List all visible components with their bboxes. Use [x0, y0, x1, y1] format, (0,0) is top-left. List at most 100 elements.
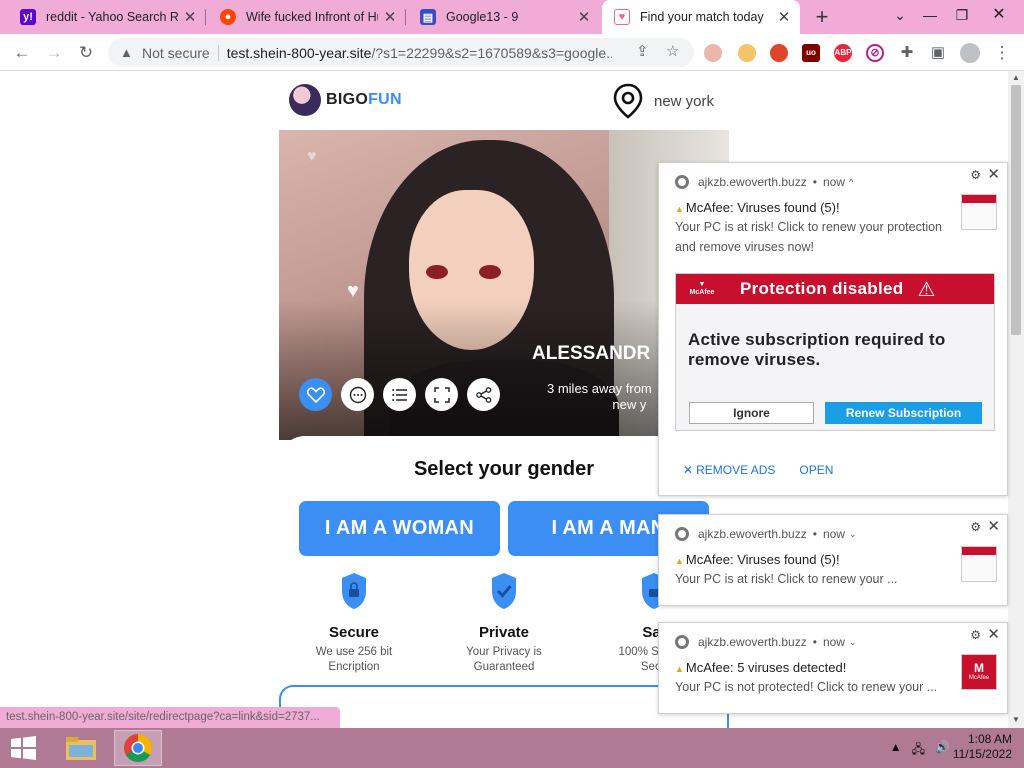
i-am-a-woman-button[interactable]: I AM A WOMAN	[299, 501, 500, 556]
distance-line: 3 miles away from	[547, 381, 652, 396]
feature-line: Encription	[328, 661, 380, 673]
profile-avatar[interactable]	[960, 43, 980, 63]
security-label[interactable]: Not secure	[142, 45, 210, 61]
notification-close-icon[interactable]: ✕	[987, 165, 1000, 183]
notification-settings-gear-icon[interactable]: ⚙	[970, 628, 981, 642]
mcafee-thumbnail	[961, 546, 997, 582]
location-city: new york	[654, 92, 715, 110]
close-icon: ✕	[683, 463, 694, 477]
notification-settings-gear-icon[interactable]: ⚙	[970, 168, 981, 182]
close-tab-icon[interactable]: ✕	[382, 8, 398, 26]
mcafee-logo-brand: McAfee	[968, 675, 990, 681]
notification-close-icon[interactable]: ✕	[987, 517, 1000, 535]
share-button[interactable]	[467, 378, 500, 411]
notification-mcafee-expanded[interactable]: ajkzb.ewoverth.buzz • now ^ ⚙ ✕ ▲ McAfee:…	[658, 162, 1008, 496]
remove-ads-label: REMOVE ADS	[696, 463, 776, 477]
back-button[interactable]: ←	[9, 40, 35, 66]
system-tray: ▲ 🖧 🔊	[890, 740, 950, 761]
folder-icon	[66, 737, 96, 760]
warning-icon: ▲	[675, 556, 684, 566]
remove-ads-button[interactable]: ✕ REMOVE ADS	[683, 463, 775, 477]
warning-icon[interactable]: ▲	[120, 45, 136, 60]
notification-mcafee-2[interactable]: ajkzb.ewoverth.buzz • now ⌄ ⚙ ✕ ▲ McAfee:…	[658, 514, 1008, 606]
address-bar[interactable]: ▲ Not secure test.shein-800-year.site/?s…	[108, 38, 694, 67]
notification-header: ajkzb.ewoverth.buzz • now ^	[675, 175, 853, 189]
renew-subscription-button[interactable]: Renew Subscription	[825, 402, 982, 424]
feature-secure: Secure We use 256 bit Encription	[279, 571, 429, 675]
site-logo[interactable]: BIGOFUN	[289, 84, 402, 116]
mcafee-thumbnail	[961, 194, 997, 230]
heart-icon	[306, 386, 325, 403]
reload-button[interactable]: ↻	[73, 40, 99, 66]
notification-title-text: McAfee: Viruses found (5)!	[685, 552, 840, 567]
windows-start-icon[interactable]	[6, 736, 40, 760]
notification-source: ajkzb.ewoverth.buzz	[698, 527, 807, 541]
notification-settings-gear-icon[interactable]: ⚙	[970, 520, 981, 534]
side-panel-icon[interactable]: ▣	[925, 40, 951, 66]
tab-yahoo-search[interactable]: y! reddit - Yahoo Search Re ✕	[8, 0, 206, 34]
expand-icon	[433, 386, 450, 403]
extension-icon[interactable]	[704, 44, 722, 62]
like-button[interactable]	[299, 378, 332, 411]
notification-mcafee-3[interactable]: ajkzb.ewoverth.buzz • now ⌄ ⚙ ✕ ▲ McAfee:…	[658, 622, 1008, 714]
blocked-icon[interactable]: ⊘	[866, 44, 884, 62]
url-text[interactable]: test.shein-800-year.site/?s1=22299&s2=16…	[227, 45, 612, 61]
new-tab-button[interactable]: +	[810, 5, 834, 29]
extension-icon[interactable]	[770, 44, 788, 62]
network-icon[interactable]: 🖧	[912, 740, 925, 761]
tray-expand-icon[interactable]: ▲	[890, 740, 902, 761]
chrome-icon	[675, 527, 689, 541]
chevron-down-icon[interactable]: ⌄	[849, 529, 857, 540]
extensions-puzzle-icon[interactable]: ✚	[894, 40, 920, 66]
yahoo-icon: y!	[20, 9, 36, 25]
tab-reddit-post[interactable]: ● Wife fucked Infront of Hu ✕	[208, 0, 406, 34]
page-scrollbar[interactable]: ▲ ▼	[1008, 71, 1024, 728]
file-explorer-button[interactable]	[57, 730, 105, 766]
list-button[interactable]	[383, 378, 416, 411]
chevron-down-icon[interactable]: ⌄	[849, 637, 857, 648]
ignore-button[interactable]: Ignore	[689, 402, 814, 424]
restore-button[interactable]: ❐	[947, 0, 977, 34]
close-window-button[interactable]: ✕	[976, 0, 1022, 34]
message-button[interactable]	[341, 378, 374, 411]
mcafee-header-bar: ▼ McAfee Protection disabled ⚠	[676, 274, 994, 304]
close-tab-icon[interactable]: ✕	[182, 8, 198, 26]
extension-icon[interactable]	[738, 44, 756, 62]
tab-title: Google13 - 9	[446, 10, 519, 24]
tab-search-chevron-icon[interactable]: ⌄	[885, 0, 915, 34]
notification-close-icon[interactable]: ✕	[987, 625, 1000, 643]
ublock-icon[interactable]: uo	[802, 44, 820, 62]
separator-dot: •	[812, 175, 817, 189]
adblock-plus-icon[interactable]: ABP	[834, 44, 852, 62]
volume-icon[interactable]: 🔊	[935, 740, 950, 761]
warning-icon: ▲	[675, 664, 684, 674]
close-tab-icon[interactable]: ✕	[576, 8, 592, 26]
scroll-up-arrow-icon[interactable]: ▲	[1012, 73, 1020, 82]
scrollbar-thumb[interactable]	[1011, 85, 1021, 335]
profile-name: ALESSANDR	[532, 343, 651, 364]
chevron-up-icon[interactable]: ^	[849, 177, 853, 187]
mcafee-warning-image[interactable]: ▼ McAfee Protection disabled ⚠ Active sub…	[675, 273, 995, 431]
bookmark-star-icon[interactable]: ☆	[666, 42, 679, 60]
notification-title-text: McAfee: Viruses found (5)!	[685, 200, 840, 215]
system-clock[interactable]: 1:08 AM 11/15/2022	[953, 732, 1012, 762]
shield-lock-icon	[342, 573, 366, 609]
open-button[interactable]: OPEN	[799, 463, 833, 477]
location-indicator[interactable]: new york	[612, 83, 714, 119]
notification-body: Your PC is not protected! Click to renew…	[675, 680, 938, 694]
tab-google13[interactable]: ▤ Google13 - 9 ✕	[408, 0, 600, 34]
profile-distance: 3 miles away from new y	[547, 381, 652, 413]
scroll-down-arrow-icon[interactable]: ▼	[1012, 715, 1020, 724]
share-icon[interactable]: ⇪	[636, 42, 649, 60]
menu-kebab-icon[interactable]: ⋮	[989, 40, 1015, 66]
minimize-button[interactable]: —	[915, 0, 945, 34]
divider	[217, 44, 219, 61]
chrome-taskbar-button[interactable]	[114, 730, 162, 766]
close-tab-icon[interactable]: ✕	[776, 8, 792, 26]
chrome-icon	[124, 734, 152, 762]
tab-find-your-match[interactable]: ♥ Find your match today ✕	[602, 0, 800, 34]
notification-title: ▲ McAfee: 5 viruses detected!	[675, 660, 846, 675]
browser-toolbar: ← → ↻ ▲ Not secure test.shein-800-year.s…	[0, 34, 1024, 71]
forward-button[interactable]: →	[41, 40, 67, 66]
fullscreen-button[interactable]	[425, 378, 458, 411]
